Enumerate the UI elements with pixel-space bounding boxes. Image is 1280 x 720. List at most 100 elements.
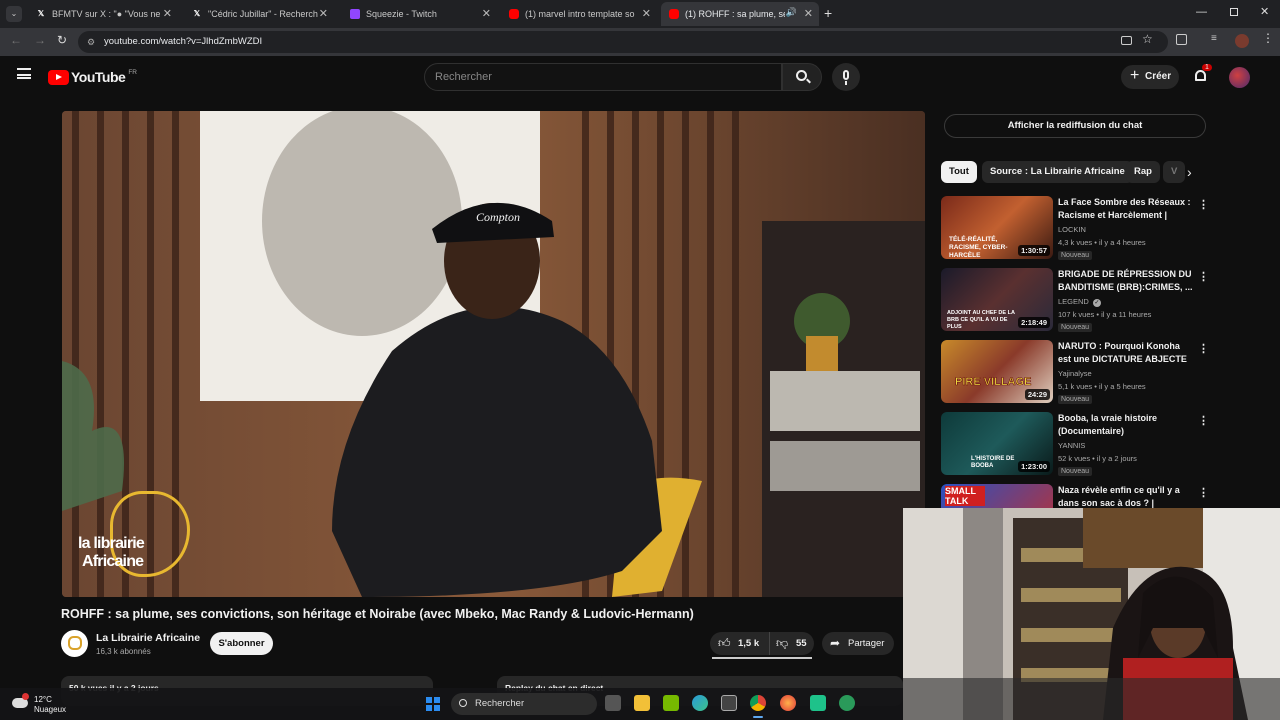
voice-search-button[interactable]	[832, 63, 860, 91]
new-tab-icon[interactable]: +	[824, 5, 832, 21]
youtube-icon	[509, 9, 519, 19]
nvidia-icon[interactable]	[663, 695, 679, 711]
recommended-title[interactable]: La Face Sombre des Réseaux : Racisme et …	[1058, 196, 1193, 222]
account-avatar[interactable]	[1229, 67, 1250, 88]
thumbnail-caption: SMALL TALK	[945, 486, 985, 506]
recommended-video[interactable]: ADJOINT AU CHEF DE LA BRB CE QU'IL A VU …	[941, 268, 1211, 334]
video-thumbnail[interactable]: ADJOINT AU CHEF DE LA BRB CE QU'IL A VU …	[941, 268, 1053, 331]
recommended-title[interactable]: Booba, la vraie histoire (Documentaire)	[1058, 412, 1193, 438]
more-options-icon[interactable]: ⋮	[1198, 342, 1209, 355]
share-label: Partager	[848, 638, 885, 649]
more-options-icon[interactable]: ⋮	[1198, 270, 1209, 283]
channel-logo-icon	[68, 636, 82, 650]
youtube-logo[interactable]: YouTube FR	[48, 69, 137, 85]
close-window-icon[interactable]: ✕	[1260, 5, 1269, 18]
minimize-icon[interactable]: —	[1196, 6, 1207, 18]
bookmark-star-icon[interactable]: ☆	[1142, 32, 1153, 46]
close-tab-icon[interactable]: ✕	[482, 7, 491, 20]
thumbnail-caption: PIRE VILLAGE	[955, 376, 1032, 389]
speaker-icon[interactable]: 🔊	[786, 7, 797, 18]
video-thumbnail[interactable]: TÉLÉ-RÉALITÉ, RACISME, CYBER-HARCÈLE 1:3…	[941, 196, 1053, 259]
reading-list-icon[interactable]: ≡	[1211, 33, 1217, 44]
more-options-icon[interactable]: ⋮	[1198, 486, 1209, 499]
la-librairie-africaine-watermark: la librairie Africaine	[78, 491, 190, 581]
like-count: 1,5 k	[738, 638, 760, 649]
subscriber-count: 16,3 k abonnés	[96, 647, 151, 656]
channel-name[interactable]: La Librairie Africaine	[96, 632, 200, 644]
browser-menu-icon[interactable]: ⋮	[1262, 31, 1274, 45]
chip-source-channel[interactable]: Source : La Librairie Africaine	[982, 161, 1133, 183]
close-tab-icon[interactable]: ✕	[163, 7, 172, 20]
search-placeholder: Rechercher	[435, 71, 492, 83]
webcam-overlay	[903, 508, 1280, 720]
region-code: FR	[128, 68, 137, 76]
channel-avatar[interactable]	[61, 630, 88, 657]
tab-cedric-jubillar[interactable]: 𝕏 "Cédric Jubillar" - Recherche / X ✕	[184, 2, 334, 26]
start-windows-icon[interactable]	[426, 697, 440, 711]
site-info-icon[interactable]: ⚙	[87, 31, 95, 53]
chat-app-icon[interactable]	[810, 695, 826, 711]
address-bar[interactable]: ⚙ youtube.com/watch?v=JlhdZmbWZDI	[78, 31, 1168, 53]
recommended-video[interactable]: PIRE VILLAGE 24:29 NARUTO : Pourquoi Kon…	[941, 340, 1211, 406]
tab-rohff-active[interactable]: (1) ROHFF : sa plume, ses c 🔊 ✕	[661, 2, 819, 26]
forward-icon[interactable]: →	[34, 33, 46, 47]
video-player[interactable]: Compton la librairie Africaine	[62, 111, 925, 597]
weather-widget[interactable]: 12°C Nuageux	[10, 692, 80, 716]
recommended-channel[interactable]: Yajinalyse	[1058, 369, 1092, 378]
restore-icon[interactable]	[1230, 8, 1238, 16]
recommended-video[interactable]: L'HISTOIRE DE BOOBA 1:23:00 Booba, la vr…	[941, 412, 1211, 478]
file-explorer-icon[interactable]	[634, 695, 650, 711]
recommended-title[interactable]: NARUTO : Pourquoi Konoha est une DICTATU…	[1058, 340, 1193, 366]
video-thumbnail[interactable]: SMALL TALK	[941, 484, 1053, 508]
tab-bfmtv[interactable]: 𝕏 BFMTV sur X : "● "Vous ne se ✕	[28, 2, 178, 26]
more-options-icon[interactable]: ⋮	[1198, 198, 1209, 211]
back-icon[interactable]: ←	[10, 33, 22, 47]
recommended-title[interactable]: BRIGADE DE RÉPRESSION DU BANDITISME (BRB…	[1058, 268, 1193, 294]
profile-avatar[interactable]	[1235, 34, 1249, 48]
tab-search-icon[interactable]: ⌄	[6, 6, 22, 22]
chrome-icon[interactable]	[750, 695, 766, 711]
recommended-channel[interactable]: LOCKIN	[1058, 225, 1086, 234]
store-icon[interactable]	[721, 695, 737, 711]
like-button[interactable]: 👍︎ 1,5 k	[710, 632, 770, 655]
verified-icon: ✓	[1092, 299, 1101, 307]
video-thumbnail[interactable]: L'HISTOIRE DE BOOBA 1:23:00	[941, 412, 1053, 475]
close-tab-icon[interactable]: ✕	[642, 7, 651, 20]
notifications-button[interactable]: 1	[1193, 64, 1212, 85]
video-thumbnail[interactable]: PIRE VILLAGE 24:29	[941, 340, 1053, 403]
recommended-video[interactable]: SMALL TALK Naza révèle enfin ce qu'il y …	[941, 484, 1211, 508]
firefox-icon[interactable]	[780, 695, 796, 711]
recommended-channel[interactable]: YANNIS	[1058, 441, 1085, 450]
recommended-title[interactable]: Naza révèle enfin ce qu'il y a dans son …	[1058, 484, 1193, 508]
search-button[interactable]	[782, 63, 822, 91]
recommended-channel[interactable]: LEGEND ✓	[1058, 297, 1101, 307]
task-view-icon[interactable]	[605, 695, 621, 711]
tab-squeezie-twitch[interactable]: Squeezie - Twitch ✕	[342, 2, 497, 26]
chip-all[interactable]: Tout	[941, 161, 977, 183]
dislike-button[interactable]: 👎︎ 55	[770, 632, 814, 655]
show-chat-replay-button[interactable]: Afficher la rediffusion du chat	[944, 114, 1206, 138]
search-input[interactable]: Rechercher	[424, 63, 782, 91]
microphone-icon	[843, 70, 849, 80]
recommended-video[interactable]: TÉLÉ-RÉALITÉ, RACISME, CYBER-HARCÈLE 1:3…	[941, 196, 1211, 262]
tab-marvel-intro[interactable]: (1) marvel intro template sony ✕	[501, 2, 657, 26]
hamburger-menu-icon[interactable]	[17, 68, 31, 79]
close-tab-icon[interactable]: ✕	[319, 7, 328, 20]
chip-more[interactable]: V	[1163, 161, 1185, 183]
more-options-icon[interactable]: ⋮	[1198, 414, 1209, 427]
extensions-icon[interactable]	[1176, 34, 1187, 45]
share-button[interactable]: ➦ Partager	[822, 632, 894, 655]
chip-rap[interactable]: Rap	[1126, 161, 1160, 183]
close-tab-icon[interactable]: ✕	[804, 7, 813, 20]
chevron-right-icon[interactable]: ›	[1187, 164, 1192, 180]
create-button[interactable]: + Créer	[1121, 65, 1179, 89]
taskbar-search[interactable]: Rechercher	[451, 693, 597, 715]
reload-icon[interactable]: ↻	[57, 33, 67, 47]
edge-icon[interactable]	[692, 695, 708, 711]
subscribe-button[interactable]: S'abonner	[210, 632, 273, 655]
browser-toolbar: ← → ↻ ⚙ youtube.com/watch?v=JlhdZmbWZDI …	[0, 28, 1280, 56]
cast-icon[interactable]	[1121, 36, 1132, 45]
tab-label: (1) marvel intro template sony	[525, 9, 635, 19]
tab-label: "Cédric Jubillar" - Recherche / X	[208, 9, 318, 19]
misc-app-icon[interactable]	[839, 695, 855, 711]
